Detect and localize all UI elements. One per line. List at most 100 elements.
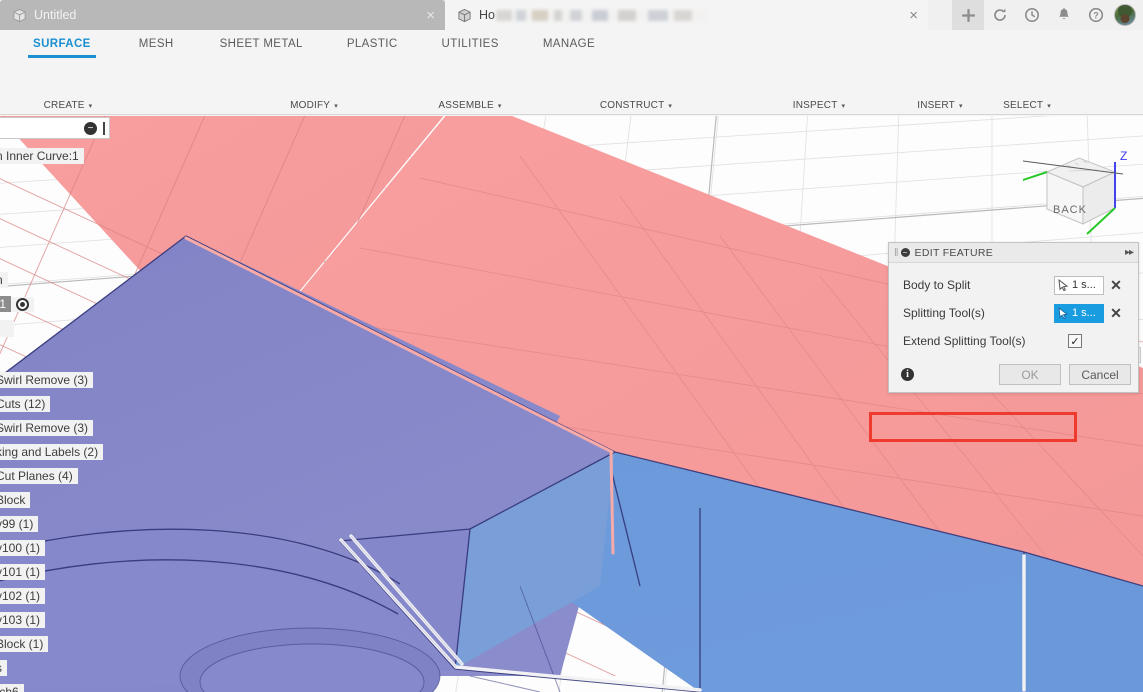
cube-icon — [12, 8, 27, 23]
split-body-solid[interactable] — [0, 116, 1143, 692]
tree-item[interactable]: n Inner Curve:1 — [0, 148, 84, 164]
ribbon-tab-manage[interactable]: MANAGE — [530, 30, 608, 58]
chevron-down-icon: ▾ — [1047, 102, 1051, 110]
browser-search-bar[interactable]: − — [0, 117, 110, 139]
view-cube-face-label[interactable]: BACK — [1053, 204, 1087, 216]
tree-item[interactable]: y103 (1) — [0, 612, 45, 628]
ribbon-tab-bar: SURFACE MESH SHEET METAL PLASTIC UTILITI… — [0, 30, 1143, 58]
viewport-3d[interactable]: Z BACK — [0, 116, 1143, 692]
application-window: Untitled × Ho × — [0, 0, 1143, 692]
tree-item[interactable] — [0, 320, 14, 337]
chevron-down-icon: ▾ — [498, 102, 502, 110]
group-label: INSERT — [917, 100, 955, 111]
tab-title: Ho — [479, 8, 495, 22]
tree-item[interactable]: Block (1) — [0, 636, 48, 652]
body-to-split-selection-field[interactable]: 1 s... — [1054, 276, 1104, 295]
tree-item[interactable]: Swirl Remove (3) — [0, 420, 93, 436]
row-body-to-split: Body to Split 1 s... ✕ — [889, 271, 1138, 299]
extend-splitting-tools-checkbox[interactable]: ✓ — [1068, 334, 1082, 348]
tab-label: SHEET METAL — [220, 38, 303, 50]
ok-button[interactable]: OK — [999, 364, 1061, 385]
close-icon[interactable]: × — [408, 8, 435, 23]
new-tab-button[interactable] — [952, 0, 984, 30]
dialog-header[interactable]: ‖ − EDIT FEATURE ▸▸ — [889, 243, 1138, 263]
tree-item-selected-row[interactable]: :1 — [0, 296, 34, 312]
info-icon[interactable]: i — [901, 368, 914, 381]
chevron-down-icon: ▾ — [668, 102, 672, 110]
ribbon-group-inspect[interactable]: INSPECT ▾ — [769, 96, 869, 115]
row-extend-splitting-tools: Extend Splitting Tool(s) ✓ — [889, 327, 1138, 355]
group-label: CONSTRUCT — [600, 100, 665, 111]
selection-count: 1 s... — [1072, 307, 1096, 319]
ribbon-tab-sheet-metal[interactable]: SHEET METAL — [207, 30, 316, 58]
tree-item[interactable]: y99 (1) — [0, 516, 38, 532]
ribbon-group-assemble[interactable]: ASSEMBLE ▾ — [420, 96, 520, 115]
dialog-title: EDIT FEATURE — [915, 247, 993, 259]
ribbon-group-modify[interactable]: MODIFY▾ — [264, 96, 364, 115]
help-icon[interactable]: ? — [1080, 0, 1112, 30]
document-tab-active[interactable]: Ho × — [445, 0, 928, 30]
tree-item[interactable]: n — [0, 272, 8, 288]
dialog-footer: i OK Cancel — [889, 359, 1138, 392]
tree-item[interactable]: y102 (1) — [0, 588, 45, 604]
drag-grip-icon[interactable]: ‖ — [894, 247, 897, 259]
ribbon-tab-mesh[interactable]: MESH — [126, 30, 187, 58]
collapse-icon[interactable]: − — [84, 122, 97, 135]
tree-item[interactable]: y100 (1) — [0, 540, 45, 556]
collapse-icon[interactable]: − — [901, 248, 910, 257]
tree-item[interactable]: Block — [0, 492, 30, 508]
tab-title-redacted — [496, 10, 708, 21]
cube-icon — [457, 8, 472, 23]
tree-item[interactable]: y101 (1) — [0, 564, 45, 580]
svg-text:?: ? — [1093, 11, 1099, 21]
close-icon[interactable]: × — [891, 8, 918, 23]
tree-item[interactable]: s — [0, 660, 7, 676]
refresh-icon[interactable] — [984, 0, 1016, 30]
text-cursor — [103, 122, 105, 135]
title-bar: Untitled × Ho × — [0, 0, 1143, 30]
document-tab-untitled[interactable]: Untitled × — [0, 0, 445, 30]
chevron-down-icon: ▾ — [89, 102, 93, 110]
tree-item[interactable]: Swirl Remove (3) — [0, 372, 93, 388]
group-label: INSPECT — [793, 100, 838, 111]
avatar[interactable] — [1114, 4, 1136, 26]
tab-label: SURFACE — [33, 38, 91, 50]
radio-icon[interactable] — [16, 298, 29, 311]
dialog-body: Body to Split 1 s... ✕ Splitting Tool(s)… — [889, 263, 1138, 359]
tree-item[interactable]: :1 — [0, 296, 11, 312]
tab-label: MANAGE — [543, 38, 595, 50]
ribbon-tab-utilities[interactable]: UTILITIES — [429, 30, 512, 58]
group-label: CREATE — [44, 100, 85, 111]
edit-feature-dialog[interactable]: ‖ − EDIT FEATURE ▸▸ Body to Split 1 s...… — [888, 242, 1139, 393]
group-label: SELECT — [1003, 100, 1043, 111]
chevron-down-icon: ▾ — [842, 102, 846, 110]
notifications-bell-icon[interactable] — [1048, 0, 1080, 30]
clear-selection-icon[interactable]: ✕ — [1104, 305, 1128, 322]
splitting-tools-selection-field[interactable]: 1 s... — [1054, 304, 1104, 323]
chevron-down-icon: ▾ — [334, 102, 338, 110]
clear-selection-icon[interactable]: ✕ — [1104, 277, 1128, 294]
cursor-icon — [1058, 279, 1069, 291]
cursor-icon — [1058, 307, 1069, 319]
chevron-down-icon: ▾ — [959, 102, 963, 110]
svg-text:Z: Z — [1120, 149, 1127, 163]
recent-icon[interactable] — [1016, 0, 1048, 30]
ribbon-group-select[interactable]: SELECT ▾ — [977, 96, 1077, 115]
ribbon-group-construct[interactable]: CONSTRUCT▾ — [586, 96, 686, 115]
row-label: Splitting Tool(s) — [903, 306, 985, 320]
ribbon-tab-plastic[interactable]: PLASTIC — [334, 30, 411, 58]
row-label: Body to Split — [903, 278, 970, 292]
ribbon-group-insert[interactable]: INSERT ▾ — [890, 96, 990, 115]
tree-item[interactable]: Cuts (12) — [0, 396, 50, 412]
expand-icon[interactable]: ▸▸ — [1125, 247, 1133, 258]
tab-title: Untitled — [34, 8, 76, 22]
tree-item[interactable]: Cut Planes (4) — [0, 468, 78, 484]
view-cube[interactable]: Z BACK — [1031, 144, 1121, 234]
tree-item[interactable]: king and Labels (2) — [0, 444, 103, 460]
tree-item[interactable]: tch6 — [0, 684, 24, 692]
ribbon-tab-surface[interactable]: SURFACE — [20, 30, 104, 58]
ribbon-group-create[interactable]: CREATE ▾ — [18, 96, 118, 115]
row-splitting-tools: Splitting Tool(s) 1 s... ✕ — [889, 299, 1138, 327]
group-label: ASSEMBLE — [438, 100, 494, 111]
cancel-button[interactable]: Cancel — [1069, 364, 1131, 385]
